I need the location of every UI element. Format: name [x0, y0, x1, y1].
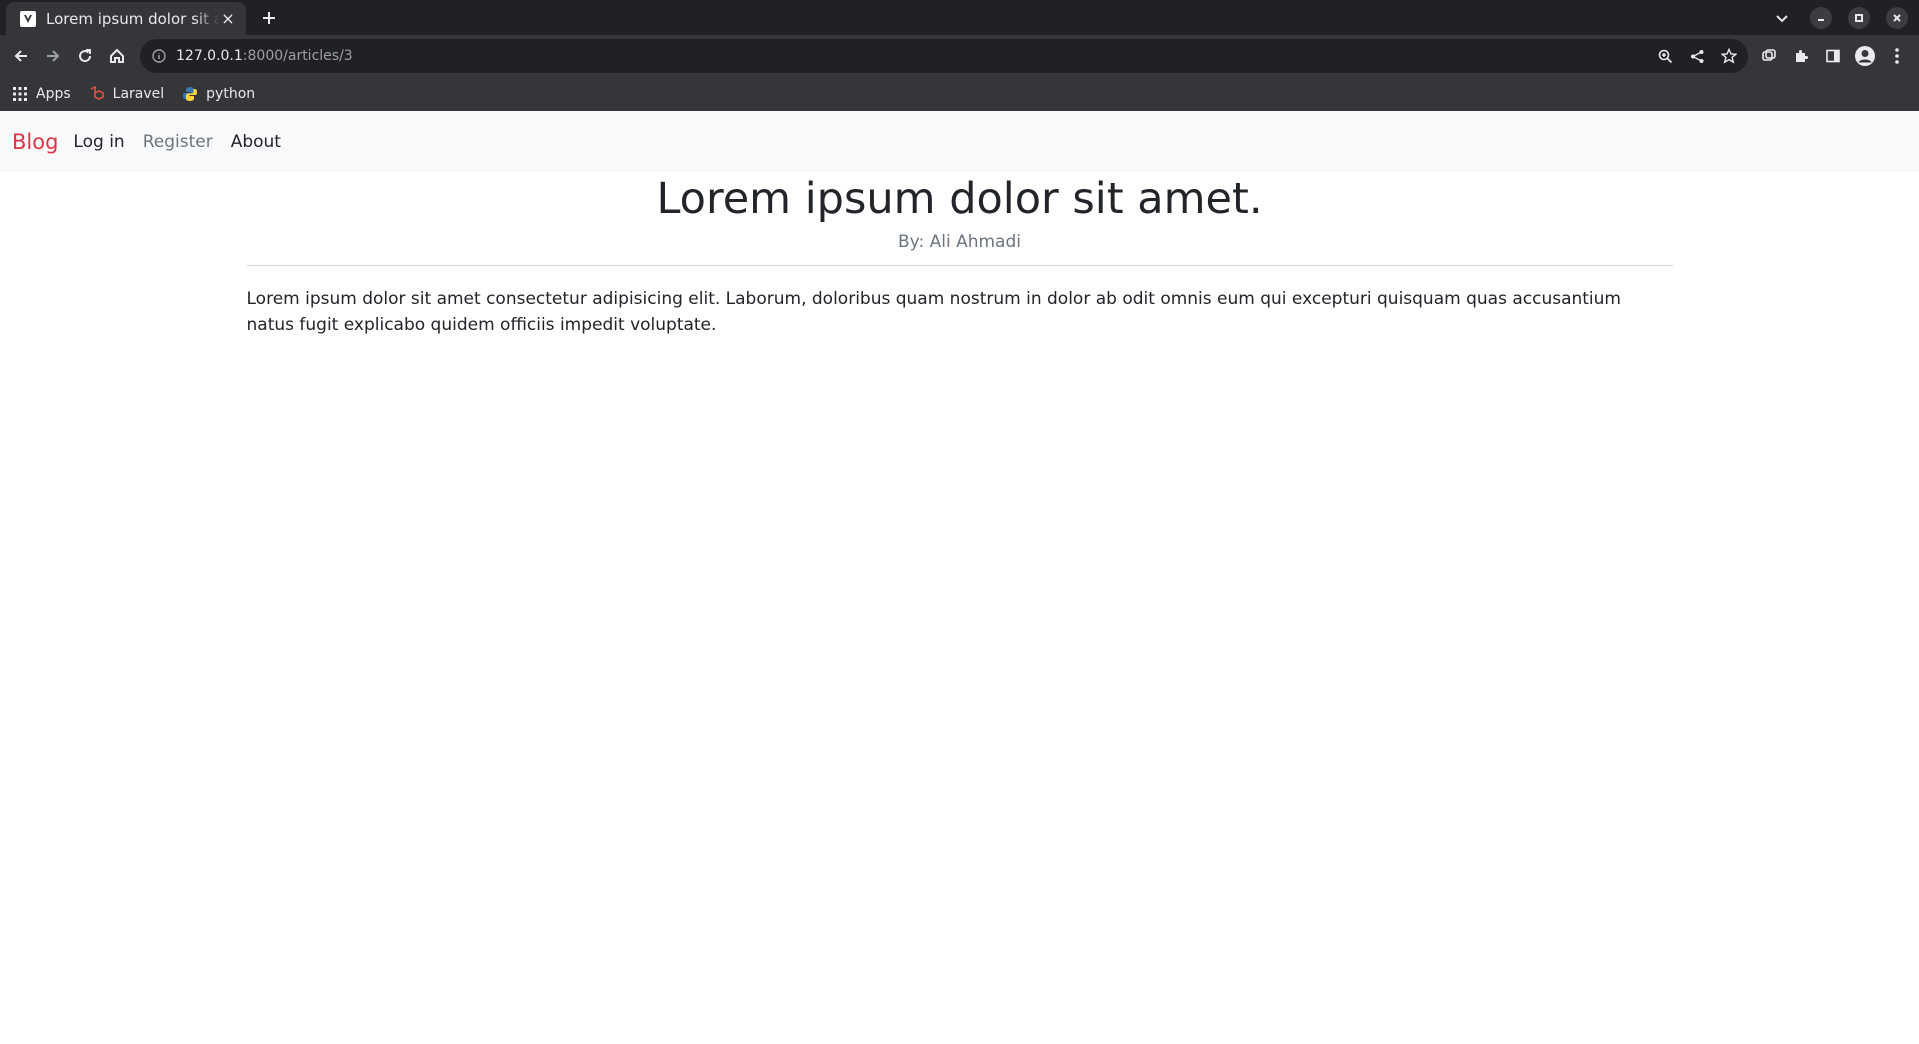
- apps-grid-icon: [12, 86, 28, 102]
- menu-button[interactable]: [1884, 43, 1910, 69]
- browser-chrome: Lorem ipsum dolor sit amet. ×: [0, 0, 1919, 111]
- tab-title: Lorem ipsum dolor sit amet.: [46, 9, 220, 28]
- laravel-icon: [89, 85, 105, 102]
- media-sync-button[interactable]: [1756, 43, 1782, 69]
- bookmark-apps[interactable]: Apps: [12, 86, 71, 102]
- browser-toolbar: 127.0.0.1 :8000/articles/3: [0, 35, 1919, 76]
- tab-strip: Lorem ipsum dolor sit amet. ×: [0, 0, 1919, 35]
- nav-login-link[interactable]: Log in: [73, 132, 124, 152]
- reload-button[interactable]: [72, 43, 98, 69]
- close-tab-icon[interactable]: ×: [220, 9, 236, 28]
- maximize-icon: [1855, 14, 1863, 22]
- bookmark-label: Laravel: [112, 85, 165, 102]
- nav-about-link[interactable]: About: [231, 132, 281, 152]
- back-button[interactable]: [8, 43, 34, 69]
- bookmark-label: Apps: [36, 85, 71, 102]
- site-navbar: Blog Log in Register About: [0, 111, 1919, 172]
- url-host: 127.0.0.1: [176, 48, 243, 64]
- bookmark-star-icon[interactable]: [1716, 43, 1742, 69]
- url-path: :8000/articles/3: [242, 48, 353, 64]
- forward-button[interactable]: [40, 43, 66, 69]
- puzzle-icon: [1796, 50, 1808, 62]
- address-bar[interactable]: 127.0.0.1 :8000/articles/3: [140, 39, 1748, 73]
- sync-icon: [1762, 49, 1776, 61]
- minimize-icon: [1818, 19, 1824, 21]
- close-icon: [1893, 14, 1901, 22]
- new-tab-button[interactable]: [257, 6, 281, 30]
- article-author: By: Ali Ahmadi: [898, 231, 1021, 252]
- side-panel-icon: [1826, 49, 1840, 63]
- article: Lorem ipsum dolor sit amet. By: Ali Ahma…: [246, 174, 1673, 338]
- extensions-button[interactable]: [1788, 43, 1814, 69]
- zoom-icon[interactable]: [1652, 43, 1678, 69]
- python-icon: [182, 86, 198, 102]
- arrow-left-icon: [14, 50, 27, 62]
- maximize-button[interactable]: [1847, 6, 1871, 30]
- browser-tab[interactable]: Lorem ipsum dolor sit amet. ×: [6, 2, 246, 35]
- favicon-icon: [20, 10, 36, 27]
- article-body: Lorem ipsum dolor sit amet consectetur a…: [246, 288, 1622, 335]
- chevron-down-icon: [1776, 15, 1788, 23]
- avatar-icon: [1855, 46, 1875, 66]
- nav-register-link[interactable]: Register: [143, 132, 213, 152]
- brand-link[interactable]: Blog: [12, 130, 58, 154]
- arrow-right-icon: [47, 50, 60, 62]
- share-icon[interactable]: [1684, 43, 1710, 69]
- side-panel-button[interactable]: [1820, 43, 1846, 69]
- close-window-button[interactable]: [1885, 6, 1909, 30]
- bookmarks-bar: Apps Laravel python: [0, 76, 1919, 111]
- reload-icon: [79, 49, 92, 63]
- article-title: Lorem ipsum dolor sit amet.: [656, 174, 1263, 224]
- bookmark-label: python: [206, 85, 256, 102]
- bookmark-laravel[interactable]: Laravel: [89, 85, 165, 102]
- minimize-button[interactable]: [1809, 6, 1833, 30]
- bookmark-python[interactable]: python: [182, 86, 255, 102]
- plus-icon: [263, 12, 275, 24]
- home-button[interactable]: [104, 43, 130, 69]
- profile-button[interactable]: [1852, 43, 1878, 69]
- site-info-icon[interactable]: [152, 49, 166, 63]
- kebab-menu-icon: [1895, 48, 1899, 64]
- home-icon: [110, 48, 124, 63]
- divider: [246, 264, 1673, 266]
- web-page: Blog Log in Register About Lorem ipsum d…: [0, 111, 1919, 1044]
- tab-search-button[interactable]: [1770, 6, 1794, 30]
